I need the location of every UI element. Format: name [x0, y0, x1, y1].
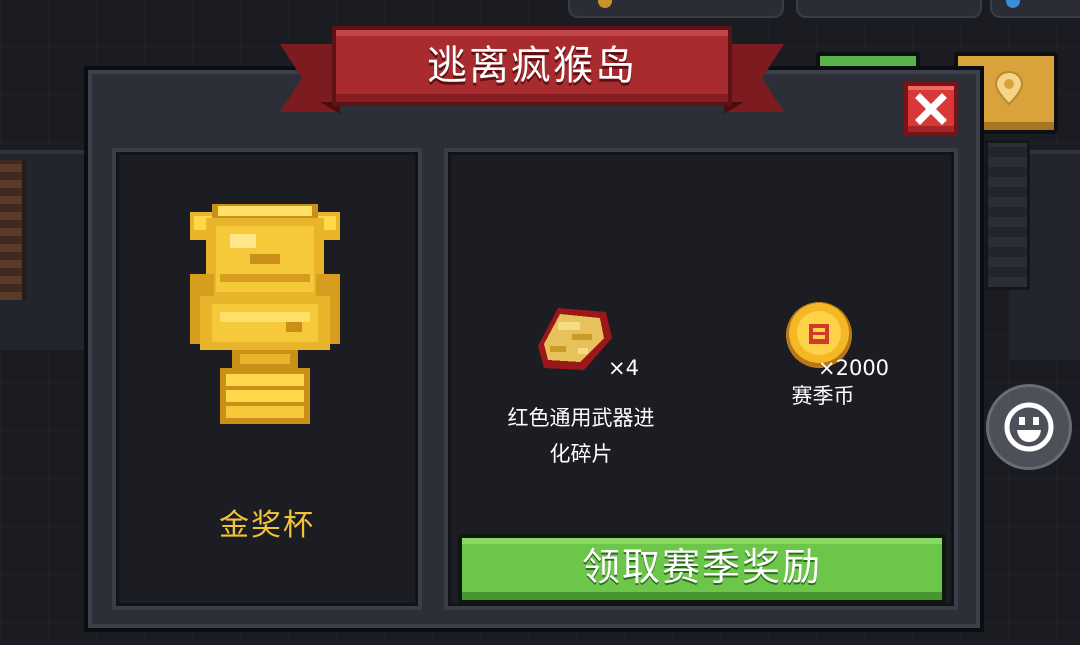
- red-weapon-fragment-icon: [538, 308, 612, 370]
- claim-season-reward-button[interactable]: 领取赛季奖励: [458, 534, 946, 604]
- reward-label: 红色通用武器进 化碎片: [466, 400, 696, 472]
- emote-button[interactable]: [986, 384, 1072, 470]
- background-pillar: [985, 140, 1030, 290]
- dialog-title: 逃离疯猴岛: [427, 43, 637, 89]
- trophy-name: 金奖杯: [219, 508, 315, 543]
- close-button[interactable]: [904, 82, 958, 136]
- reward-label-line: 赛季币: [791, 384, 855, 408]
- hud-counter: [796, 0, 982, 18]
- reward-quantity: ×2000: [818, 356, 890, 380]
- hud-gold-counter: [568, 0, 784, 18]
- season-reward-dialog: 金奖杯 ×4 红色通用武器进 化碎片 ×2000 赛季币 领取赛季奖励: [84, 66, 984, 632]
- hud-gem-counter: [990, 0, 1080, 18]
- close-icon: [915, 93, 947, 125]
- background-creature: [0, 160, 26, 300]
- reward-label-line: 红色通用武器进: [507, 406, 655, 430]
- reward-label: 赛季币: [748, 378, 898, 414]
- map-pin-icon: [994, 70, 1024, 106]
- title-ribbon: 逃离疯猴岛: [280, 22, 784, 114]
- smiley-icon: [1004, 402, 1054, 452]
- trophy-panel: 金奖杯: [112, 148, 422, 610]
- golden-trophy-icon: [190, 204, 340, 424]
- rewards-panel: ×4 红色通用武器进 化碎片 ×2000 赛季币 领取赛季奖励: [444, 148, 958, 610]
- gem-icon: [1006, 0, 1020, 8]
- reward-quantity: ×4: [608, 356, 639, 380]
- gold-coin-icon: [598, 0, 612, 8]
- reward-label-line: 化碎片: [549, 442, 613, 466]
